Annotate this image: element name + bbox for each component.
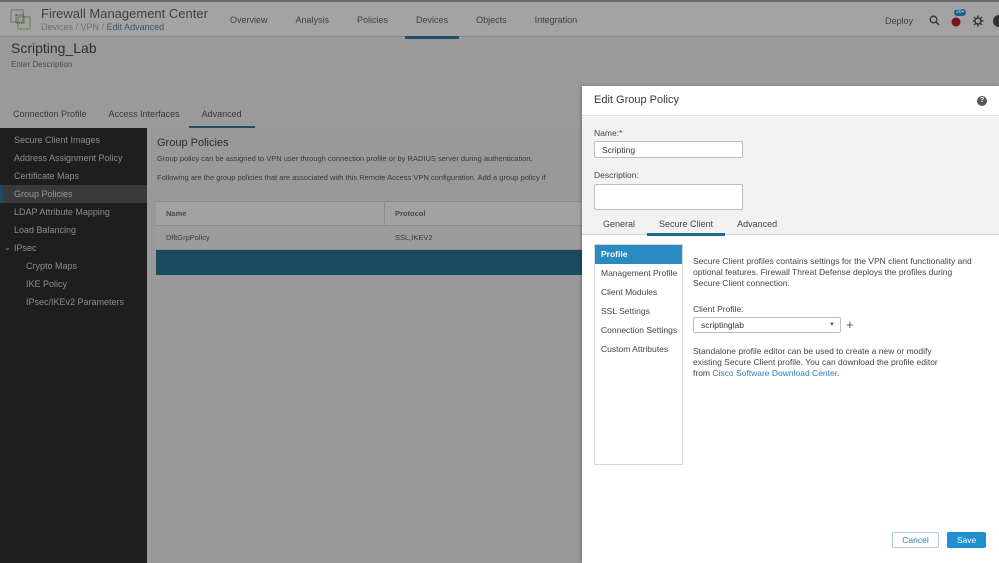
client-profile-value: scriptinglab bbox=[701, 320, 744, 330]
user-avatar-icon[interactable] bbox=[993, 14, 999, 27]
add-profile-icon[interactable]: + bbox=[846, 317, 854, 333]
group-policies-title: Group Policies bbox=[157, 137, 229, 149]
advanced-sidebar: Secure Client Images Address Assignment … bbox=[0, 128, 147, 563]
notification-icon[interactable]: 20+ bbox=[949, 8, 967, 28]
row-name: DfltGrpPolicy bbox=[166, 232, 210, 242]
row-protocol: SSL,IKEV2 bbox=[395, 232, 433, 242]
page-title: Scripting_Lab bbox=[11, 40, 97, 56]
breadcrumb-separator: / bbox=[73, 22, 81, 32]
tab-general[interactable]: General bbox=[591, 214, 647, 235]
description-input[interactable] bbox=[594, 184, 743, 210]
edit-group-policy-dialog: Edit Group Policy ? Name:* Description: … bbox=[582, 86, 999, 563]
table-header: Name Protocol bbox=[156, 201, 582, 226]
cancel-button[interactable]: Cancel bbox=[892, 532, 939, 548]
table-row-selected[interactable]: Scripting SSL,IKEV2 bbox=[156, 250, 582, 275]
nav-devices[interactable]: Devices bbox=[404, 2, 460, 39]
gear-icon[interactable] bbox=[971, 14, 985, 28]
secure-client-menu: Profile Management Profile Client Module… bbox=[594, 244, 683, 465]
group-policies-panel: Group Policies Group policy can be assig… bbox=[147, 128, 582, 563]
column-header-name[interactable]: Name bbox=[156, 202, 385, 225]
dialog-tabs: General Secure Client Advanced bbox=[591, 214, 789, 236]
menu-item-management-profile[interactable]: Management Profile bbox=[595, 264, 682, 283]
sidebar-item-group-policies[interactable]: Group Policies bbox=[0, 185, 147, 203]
client-profile-label: Client Profile: bbox=[693, 304, 744, 314]
breadcrumb-devices[interactable]: Devices bbox=[41, 22, 73, 32]
sidebar-item-address-assignment-policy[interactable]: Address Assignment Policy bbox=[0, 149, 147, 167]
dialog-title: Edit Group Policy bbox=[594, 94, 679, 106]
menu-item-client-modules[interactable]: Client Modules bbox=[595, 283, 682, 302]
policy-details-section: Name:* Description: General Secure Clien… bbox=[582, 117, 999, 236]
page-description[interactable]: Enter Description bbox=[11, 60, 72, 69]
top-right-actions: Deploy 20+ bbox=[885, 2, 999, 39]
menu-item-ssl-settings[interactable]: SSL Settings bbox=[595, 302, 682, 321]
download-center-link[interactable]: Cisco Software Download Center bbox=[712, 368, 837, 378]
client-profile-select[interactable]: scriptinglab ▼ bbox=[693, 317, 841, 333]
tab-advanced-policy[interactable]: Advanced bbox=[725, 214, 789, 235]
sidebar-item-load-balancing[interactable]: Load Balancing bbox=[0, 221, 147, 239]
sidebar-item-ipsec-ikev2-parameters[interactable]: IPsec/IKEv2 Parameters bbox=[0, 293, 147, 311]
row-name: Scripting bbox=[166, 257, 196, 267]
nav-integration[interactable]: Integration bbox=[523, 2, 590, 39]
group-policies-table: Name Protocol DfltGrpPolicy SSL,IKEV2 Sc… bbox=[156, 201, 582, 275]
sidebar-item-secure-client-images[interactable]: Secure Client Images bbox=[0, 131, 147, 149]
tab-secure-client[interactable]: Secure Client bbox=[647, 214, 726, 236]
menu-item-custom-attributes[interactable]: Custom Attributes bbox=[595, 340, 682, 359]
dialog-header: Edit Group Policy ? bbox=[582, 86, 999, 116]
profile-pane: Secure Client profiles contains settings… bbox=[693, 256, 973, 289]
search-icon[interactable] bbox=[927, 14, 941, 28]
tab-advanced[interactable]: Advanced bbox=[188, 102, 255, 129]
sidebar-item-ldap-attribute-mapping[interactable]: LDAP Attribute Mapping bbox=[0, 203, 147, 221]
column-header-protocol[interactable]: Protocol bbox=[385, 209, 425, 218]
name-label: Name:* bbox=[594, 128, 623, 138]
profile-editor-text-end: . bbox=[837, 368, 840, 378]
top-navigation-bar: Firewall Management Center Devices / VPN… bbox=[0, 0, 999, 39]
sidebar-item-label: IPsec bbox=[14, 243, 37, 253]
tab-access-interfaces[interactable]: Access Interfaces bbox=[96, 102, 193, 127]
menu-item-connection-settings[interactable]: Connection Settings bbox=[595, 321, 682, 340]
main-nav: Overview Analysis Policies Devices Objec… bbox=[218, 2, 593, 39]
nav-policies[interactable]: Policies bbox=[345, 2, 400, 39]
row-protocol: SSL,IKEV2 bbox=[395, 257, 433, 267]
notification-badge: 20+ bbox=[954, 8, 967, 16]
profile-description: Secure Client profiles contains settings… bbox=[693, 256, 972, 288]
breadcrumb-vpn[interactable]: VPN bbox=[81, 22, 100, 32]
save-button[interactable]: Save bbox=[947, 532, 986, 548]
tab-connection-profile[interactable]: Connection Profile bbox=[0, 102, 100, 127]
help-icon[interactable]: ? bbox=[977, 96, 987, 106]
sidebar-item-ipsec[interactable]: ⌄ IPsec bbox=[0, 239, 147, 257]
breadcrumb-separator: / bbox=[99, 22, 107, 32]
chevron-down-icon: ⌄ bbox=[4, 243, 11, 252]
nav-analysis[interactable]: Analysis bbox=[284, 2, 342, 39]
breadcrumb: Devices / VPN / Edit Advanced bbox=[41, 22, 164, 32]
sidebar-item-crypto-maps[interactable]: Crypto Maps bbox=[0, 257, 147, 275]
deploy-button[interactable]: Deploy bbox=[885, 16, 913, 26]
breadcrumb-current: Edit Advanced bbox=[106, 22, 165, 32]
dropdown-caret-icon: ▼ bbox=[829, 322, 835, 328]
sidebar-item-ike-policy[interactable]: IKE Policy bbox=[0, 275, 147, 293]
name-input[interactable] bbox=[594, 141, 743, 158]
sidebar-item-certificate-maps[interactable]: Certificate Maps bbox=[0, 167, 147, 185]
profile-editor-info: Standalone profile editor can be used to… bbox=[693, 346, 943, 379]
description-label: Description: bbox=[594, 170, 639, 180]
menu-item-profile[interactable]: Profile bbox=[595, 245, 682, 264]
nav-overview[interactable]: Overview bbox=[218, 2, 280, 39]
page-tabs: Connection Profile Access Interfaces Adv… bbox=[0, 102, 255, 129]
group-policies-note: Following are the group policies that ar… bbox=[157, 173, 546, 182]
app-title: Firewall Management Center bbox=[41, 6, 208, 21]
table-row[interactable]: DfltGrpPolicy SSL,IKEV2 bbox=[156, 225, 582, 250]
group-policies-description: Group policy can be assigned to VPN user… bbox=[157, 154, 533, 163]
nav-objects[interactable]: Objects bbox=[464, 2, 519, 39]
fmc-logo-icon bbox=[10, 9, 31, 30]
